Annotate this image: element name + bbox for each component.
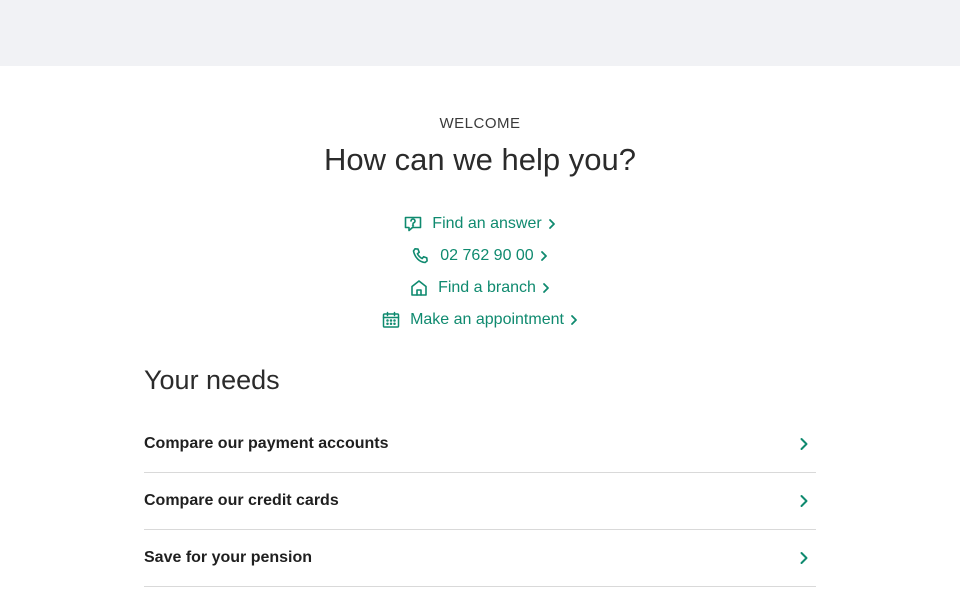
chevron-right-icon — [570, 314, 580, 326]
your-needs-section: Your needs Compare our payment accounts … — [144, 360, 816, 587]
need-item-pension[interactable]: Save for your pension — [144, 530, 816, 587]
chevron-right-icon — [540, 250, 550, 262]
need-item-label: Save for your pension — [144, 549, 313, 566]
need-item-credit-cards[interactable]: Compare our credit cards — [144, 473, 816, 530]
chevron-right-icon — [796, 493, 812, 509]
find-answer-label: Find an answer — [432, 215, 542, 232]
need-item-payment-accounts[interactable]: Compare our payment accounts — [144, 416, 816, 473]
need-item-label: Compare our credit cards — [144, 492, 339, 509]
find-branch-link[interactable]: Find a branch — [0, 272, 960, 304]
branch-house-icon — [408, 277, 430, 299]
question-bubble-icon — [402, 213, 424, 235]
calendar-icon — [380, 309, 402, 331]
chevron-right-icon — [796, 550, 812, 566]
make-appointment-label: Make an appointment — [410, 311, 564, 328]
top-header-band — [0, 0, 960, 66]
your-needs-title: Your needs — [144, 365, 280, 395]
welcome-eyebrow: WELCOME — [439, 115, 521, 132]
chevron-right-icon — [796, 436, 812, 452]
phone-number-label: 02 762 90 00 — [440, 247, 534, 264]
phone-icon — [410, 245, 432, 267]
hero-section: WELCOME How can we help you? — [0, 114, 960, 180]
find-answer-link[interactable]: Find an answer — [0, 208, 960, 240]
need-item-label: Compare our payment accounts — [144, 435, 389, 452]
help-links-list: Find an answer 02 762 90 00 Find a branc… — [0, 208, 960, 336]
make-appointment-link[interactable]: Make an appointment — [0, 304, 960, 336]
find-branch-label: Find a branch — [438, 279, 536, 296]
phone-number-link[interactable]: 02 762 90 00 — [0, 240, 960, 272]
page-title: How can we help you? — [324, 142, 636, 177]
chevron-right-icon — [548, 218, 558, 230]
chevron-right-icon — [542, 282, 552, 294]
